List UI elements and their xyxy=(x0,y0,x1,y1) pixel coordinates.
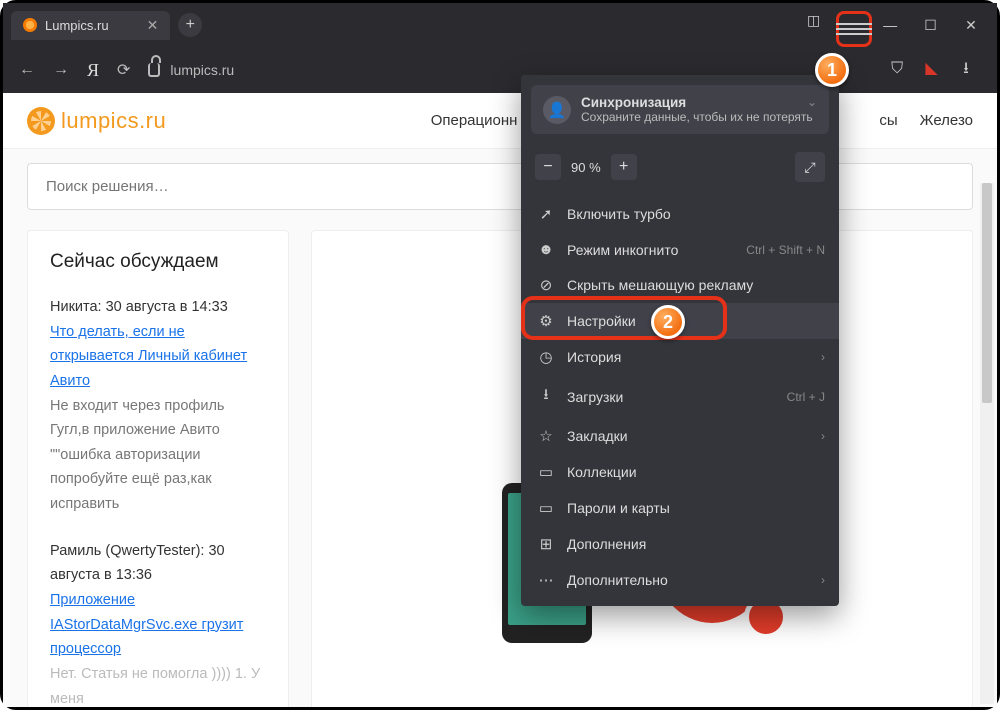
tab-title: Lumpics.ru xyxy=(45,18,109,33)
gear-icon: ⚙ xyxy=(537,312,555,330)
titlebar-actions: ◫ xyxy=(796,3,872,48)
sync-title: Синхронизация xyxy=(581,95,813,110)
browser-menu: 👤 Синхронизация Сохраните данные, чтобы … xyxy=(521,75,839,606)
mask-icon: ☻ xyxy=(537,241,555,258)
sync-subtitle: Сохраните данные, чтобы их не потерять xyxy=(581,110,813,124)
menu-item-label: Настройки xyxy=(567,313,636,329)
scrollbar[interactable] xyxy=(980,183,994,704)
menu-item-label: Режим инкогнито xyxy=(567,242,678,258)
callout-badge-2: 2 xyxy=(651,305,685,339)
menu-item-label: Дополнительно xyxy=(567,572,668,588)
post-meta: Рамиль (QwertyTester): 30 августа в 13:3… xyxy=(50,539,266,588)
post-body: Нет. Статья не помогла )))) 1. У меня xyxy=(50,662,266,707)
menu-item-star[interactable]: ☆ Закладки › xyxy=(521,418,839,454)
chevron-right-icon: › xyxy=(821,429,825,443)
discussion-sidebar: Сейчас обсуждаем Никита: 30 августа в 14… xyxy=(27,230,289,707)
discussion-post: Рамиль (QwertyTester): 30 августа в 13:3… xyxy=(50,539,266,707)
shortcut-label: Ctrl + J xyxy=(787,390,825,404)
maximize-icon[interactable]: ☐ xyxy=(913,7,949,43)
forward-icon[interactable]: → xyxy=(53,61,69,79)
post-body: Не входит через профиль Гугл,в приложени… xyxy=(50,394,266,517)
hamburger-menu-button[interactable] xyxy=(836,11,872,47)
menu-item-card[interactable]: ▭ Пароли и карты xyxy=(521,490,839,526)
zoom-value: 90 % xyxy=(571,160,601,175)
menu-item-label: Включить турбо xyxy=(567,206,671,222)
chevron-right-icon: › xyxy=(821,573,825,587)
discussion-post: Никита: 30 августа в 14:33 Что делать, е… xyxy=(50,295,266,517)
zoom-out-button[interactable]: − xyxy=(535,154,561,180)
zoom-in-button[interactable]: + xyxy=(611,154,637,180)
menu-item-rocket[interactable]: ➚ Включить турбо xyxy=(521,196,839,232)
avatar-icon: 👤 xyxy=(543,96,571,124)
url-field[interactable]: lumpics.ru xyxy=(148,62,468,78)
close-tab-icon[interactable]: ✕ xyxy=(147,17,159,34)
sidebar-heading: Сейчас обсуждаем xyxy=(50,251,266,273)
menu-item-label: Скрыть мешающую рекламу xyxy=(567,277,753,293)
post-link[interactable]: Приложение IAStorDataMgrSvc.exe грузит п… xyxy=(50,592,243,657)
dots-icon: ⋯ xyxy=(537,571,555,589)
new-tab-button[interactable]: + xyxy=(178,13,202,37)
nav-item[interactable]: Железо xyxy=(920,112,973,129)
star-icon: ☆ xyxy=(537,427,555,445)
bookmark-icon[interactable]: ◣ xyxy=(917,58,947,78)
shortcut-label: Ctrl + Shift + N xyxy=(746,243,825,257)
close-window-icon[interactable]: ✕ xyxy=(953,7,989,43)
menu-item-noads[interactable]: ⊘ Скрыть мешающую рекламу xyxy=(521,267,839,303)
download-icon: ⭳ xyxy=(537,384,555,409)
downloads-icon[interactable]: ⭳ xyxy=(951,57,981,84)
menu-item-label: История xyxy=(567,349,621,365)
shield-icon[interactable]: ⛉ xyxy=(882,60,912,78)
logo-icon xyxy=(27,107,55,135)
fullscreen-button[interactable]: ⤢ xyxy=(795,152,825,182)
menu-item-download[interactable]: ⭳ Загрузки Ctrl + J xyxy=(521,375,839,418)
menu-item-clock[interactable]: ◷ История › xyxy=(521,339,839,375)
page-content: lumpics.ru Операционн сы Железо Сейчас о… xyxy=(3,93,997,707)
puzzle-icon: ⊞ xyxy=(537,535,555,553)
callout-badge-1: 1 xyxy=(815,53,849,87)
reload-icon[interactable]: ⟳ xyxy=(117,60,130,80)
logo-text: lumpics.ru xyxy=(61,108,166,134)
nav-item[interactable]: Операционн xyxy=(431,112,518,129)
collection-icon: ▭ xyxy=(537,463,555,481)
browser-tab[interactable]: Lumpics.ru ✕ xyxy=(11,11,170,40)
post-meta: Никита: 30 августа в 14:33 xyxy=(50,295,266,320)
clock-icon: ◷ xyxy=(537,348,555,366)
titlebar: Lumpics.ru ✕ + ◫ ― ☐ ✕ xyxy=(3,3,997,47)
sidebar-toggle-icon[interactable]: ◫ xyxy=(796,3,832,39)
window-controls: ― ☐ ✕ xyxy=(872,7,989,44)
card-icon: ▭ xyxy=(537,499,555,517)
yandex-home-icon[interactable]: Я xyxy=(87,60,99,81)
sync-panel[interactable]: 👤 Синхронизация Сохраните данные, чтобы … xyxy=(531,85,829,134)
noads-icon: ⊘ xyxy=(537,276,555,294)
back-icon[interactable]: ← xyxy=(19,61,35,79)
rocket-icon: ➚ xyxy=(537,205,555,223)
menu-item-label: Загрузки xyxy=(567,389,623,405)
site-header: lumpics.ru Операционн сы Железо xyxy=(3,93,997,149)
menu-item-puzzle[interactable]: ⊞ Дополнения xyxy=(521,526,839,562)
menu-item-label: Закладки xyxy=(567,428,628,444)
chevron-right-icon: › xyxy=(821,350,825,364)
site-logo[interactable]: lumpics.ru xyxy=(27,107,166,135)
post-link[interactable]: Что делать, если не открывается Личный к… xyxy=(50,324,247,389)
favicon-icon xyxy=(23,18,37,32)
lock-icon xyxy=(148,63,160,77)
menu-item-collection[interactable]: ▭ Коллекции xyxy=(521,454,839,490)
menu-item-dots[interactable]: ⋯ Дополнительно › xyxy=(521,562,839,598)
nav-item[interactable]: сы xyxy=(879,112,897,129)
zoom-controls: − 90 % + ⤢ xyxy=(521,144,839,196)
url-text: lumpics.ru xyxy=(170,62,234,78)
chevron-down-icon: ⌄ xyxy=(807,95,817,109)
menu-item-label: Пароли и карты xyxy=(567,500,670,516)
menu-item-mask[interactable]: ☻ Режим инкогнито Ctrl + Shift + N xyxy=(521,232,839,267)
menu-item-label: Коллекции xyxy=(567,464,637,480)
minimize-icon[interactable]: ― xyxy=(872,7,908,43)
menu-item-label: Дополнения xyxy=(567,536,646,552)
